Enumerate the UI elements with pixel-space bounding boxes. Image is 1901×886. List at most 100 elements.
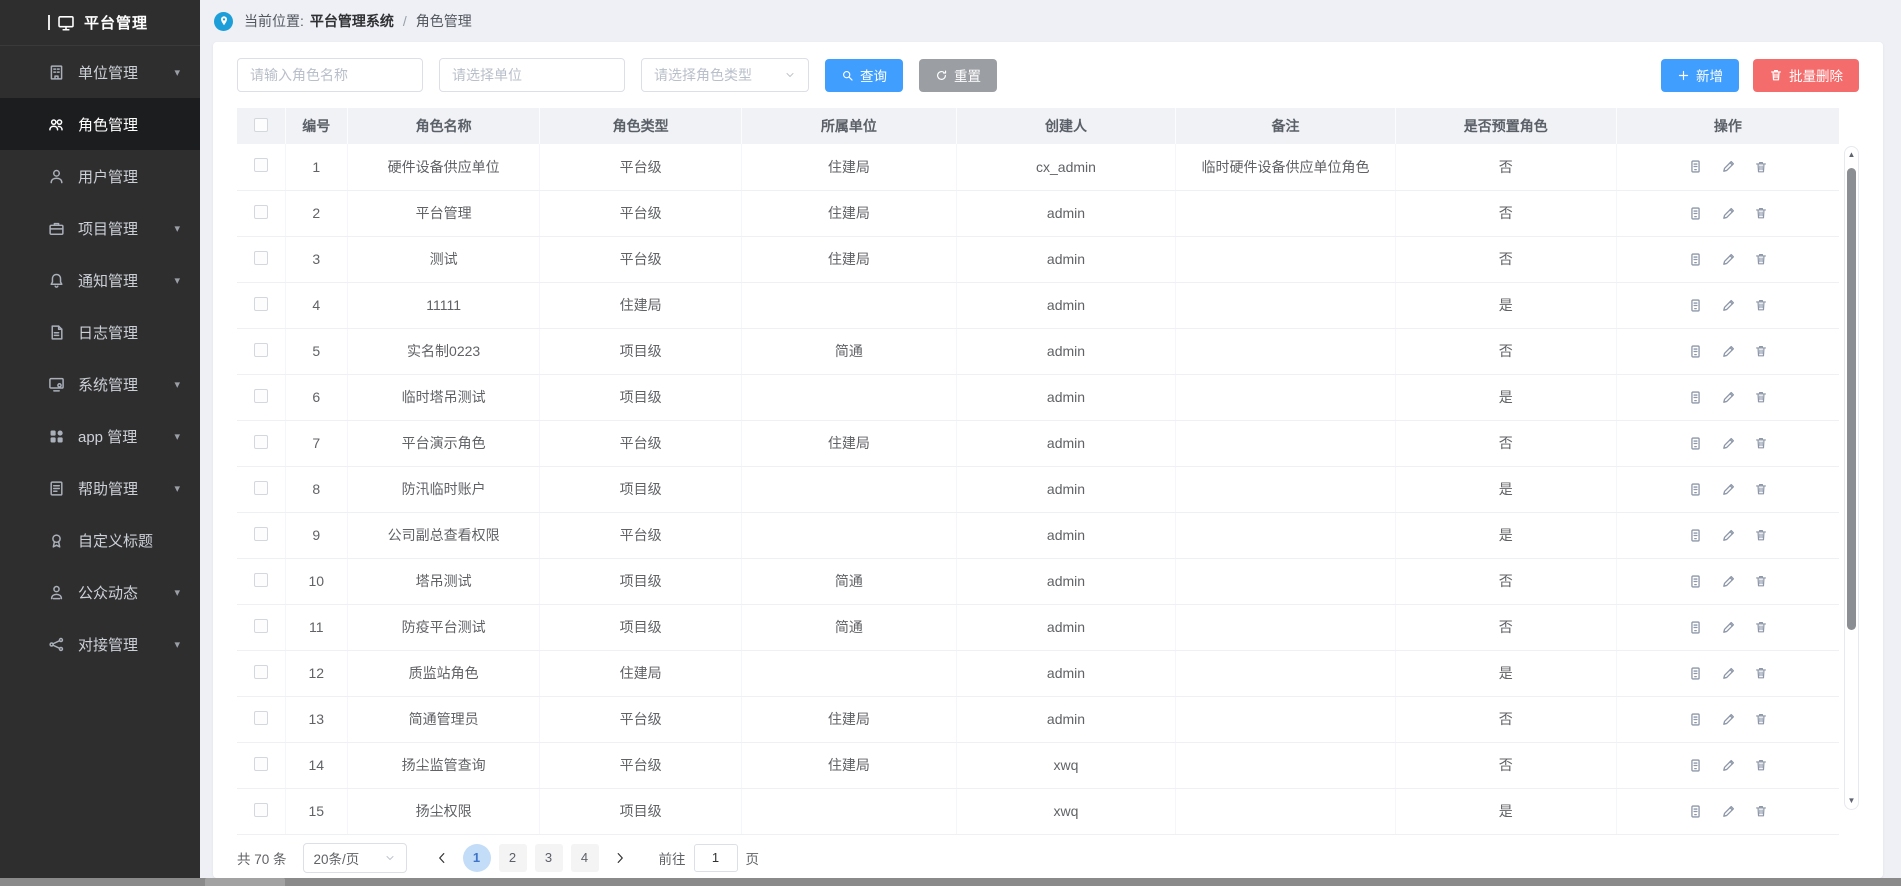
action-view-button[interactable] bbox=[1688, 620, 1703, 635]
action-edit-button[interactable] bbox=[1721, 804, 1736, 819]
breadcrumb-root[interactable]: 平台管理系统 bbox=[310, 11, 394, 31]
action-view-button[interactable] bbox=[1688, 574, 1703, 589]
action-delete-button[interactable] bbox=[1754, 436, 1768, 450]
row-checkbox[interactable] bbox=[254, 205, 268, 219]
row-checkbox[interactable] bbox=[254, 757, 268, 771]
sidebar-item-public-activity[interactable]: 公众动态▾ bbox=[0, 566, 200, 618]
action-delete-button[interactable] bbox=[1754, 666, 1768, 680]
action-view-button[interactable] bbox=[1688, 528, 1703, 543]
sidebar-item-log-mgmt[interactable]: 日志管理 bbox=[0, 306, 200, 358]
select-all-checkbox[interactable] bbox=[254, 118, 268, 132]
goto-page-input[interactable] bbox=[694, 844, 738, 872]
row-checkbox[interactable] bbox=[254, 158, 268, 172]
action-edit-button[interactable] bbox=[1721, 159, 1736, 174]
action-view-button[interactable] bbox=[1688, 159, 1703, 174]
action-view-button[interactable] bbox=[1688, 206, 1703, 221]
action-edit-button[interactable] bbox=[1721, 620, 1736, 635]
page-size-select[interactable]: 20条/页 bbox=[303, 843, 407, 873]
action-delete-button[interactable] bbox=[1754, 206, 1768, 220]
action-view-button[interactable] bbox=[1688, 344, 1703, 359]
action-view-button[interactable] bbox=[1688, 482, 1703, 497]
action-delete-button[interactable] bbox=[1754, 758, 1768, 772]
sidebar-item-unit-mgmt[interactable]: 单位管理▾ bbox=[0, 46, 200, 98]
action-view-button[interactable] bbox=[1688, 436, 1703, 451]
sidebar-item-app-mgmt[interactable]: app 管理▾ bbox=[0, 410, 200, 462]
column-header: 编号 bbox=[285, 108, 347, 144]
row-checkbox[interactable] bbox=[254, 527, 268, 541]
page-button[interactable]: 2 bbox=[499, 844, 527, 872]
action-delete-button[interactable] bbox=[1754, 712, 1768, 726]
action-delete-button[interactable] bbox=[1754, 620, 1768, 634]
scroll-down-button[interactable]: ▼ bbox=[1848, 796, 1856, 806]
sidebar-item-integration-mgmt[interactable]: 对接管理▾ bbox=[0, 618, 200, 670]
action-view-button[interactable] bbox=[1688, 298, 1703, 313]
action-edit-button[interactable] bbox=[1721, 436, 1736, 451]
page-button[interactable]: 4 bbox=[571, 844, 599, 872]
action-edit-button[interactable] bbox=[1721, 344, 1736, 359]
breadcrumb: 当前位置: 平台管理系统 / 角色管理 bbox=[200, 0, 1901, 42]
scroll-up-button[interactable]: ▲ bbox=[1848, 150, 1856, 160]
reset-button[interactable]: 重置 bbox=[919, 59, 997, 92]
search-button[interactable]: 查询 bbox=[825, 59, 903, 92]
action-delete-button[interactable] bbox=[1754, 298, 1768, 312]
action-edit-button[interactable] bbox=[1721, 482, 1736, 497]
row-checkbox[interactable] bbox=[254, 711, 268, 725]
action-edit-button[interactable] bbox=[1721, 666, 1736, 681]
badge-icon bbox=[48, 532, 65, 549]
table-scrollbar[interactable]: ▲ ▼ bbox=[1844, 146, 1859, 810]
action-delete-button[interactable] bbox=[1754, 344, 1768, 358]
scrollbar-thumb[interactable] bbox=[1847, 168, 1856, 630]
next-page-button[interactable] bbox=[607, 844, 633, 872]
action-delete-button[interactable] bbox=[1754, 528, 1768, 542]
action-view-button[interactable] bbox=[1688, 758, 1703, 773]
add-button[interactable]: 新增 bbox=[1661, 59, 1739, 92]
action-view-button[interactable] bbox=[1688, 252, 1703, 267]
batch-delete-button[interactable]: 批量删除 bbox=[1753, 59, 1859, 92]
chevron-down-icon: ▾ bbox=[174, 638, 180, 651]
sidebar-item-label: 用户管理 bbox=[78, 166, 138, 187]
pencil-icon bbox=[1721, 574, 1736, 589]
row-checkbox[interactable] bbox=[254, 343, 268, 357]
row-checkbox[interactable] bbox=[254, 297, 268, 311]
row-checkbox[interactable] bbox=[254, 435, 268, 449]
sidebar-item-role-mgmt[interactable]: 角色管理 bbox=[0, 98, 200, 150]
row-checkbox[interactable] bbox=[254, 251, 268, 265]
action-view-button[interactable] bbox=[1688, 804, 1703, 819]
role-type-select[interactable]: 请选择角色类型 bbox=[641, 58, 809, 92]
sidebar-item-system-mgmt[interactable]: 系统管理▾ bbox=[0, 358, 200, 410]
action-delete-button[interactable] bbox=[1754, 160, 1768, 174]
row-checkbox[interactable] bbox=[254, 665, 268, 679]
action-delete-button[interactable] bbox=[1754, 574, 1768, 588]
sidebar-item-help-mgmt[interactable]: 帮助管理▾ bbox=[0, 462, 200, 514]
row-checkbox[interactable] bbox=[254, 481, 268, 495]
action-view-button[interactable] bbox=[1688, 666, 1703, 681]
action-edit-button[interactable] bbox=[1721, 252, 1736, 267]
action-edit-button[interactable] bbox=[1721, 390, 1736, 405]
action-edit-button[interactable] bbox=[1721, 206, 1736, 221]
row-checkbox[interactable] bbox=[254, 389, 268, 403]
sidebar-item-project-mgmt[interactable]: 项目管理▾ bbox=[0, 202, 200, 254]
action-edit-button[interactable] bbox=[1721, 574, 1736, 589]
action-edit-button[interactable] bbox=[1721, 712, 1736, 727]
action-edit-button[interactable] bbox=[1721, 758, 1736, 773]
action-delete-button[interactable] bbox=[1754, 482, 1768, 496]
action-delete-button[interactable] bbox=[1754, 252, 1768, 266]
page-button[interactable]: 3 bbox=[535, 844, 563, 872]
action-view-button[interactable] bbox=[1688, 712, 1703, 727]
sidebar-item-custom-title[interactable]: 自定义标题 bbox=[0, 514, 200, 566]
trash-icon bbox=[1754, 206, 1768, 220]
action-delete-button[interactable] bbox=[1754, 390, 1768, 404]
prev-page-button[interactable] bbox=[429, 844, 455, 872]
row-checkbox[interactable] bbox=[254, 619, 268, 633]
action-view-button[interactable] bbox=[1688, 390, 1703, 405]
page-button-active[interactable]: 1 bbox=[463, 844, 491, 872]
sidebar-item-user-mgmt[interactable]: 用户管理 bbox=[0, 150, 200, 202]
row-checkbox[interactable] bbox=[254, 803, 268, 817]
unit-input[interactable] bbox=[439, 58, 625, 92]
action-delete-button[interactable] bbox=[1754, 804, 1768, 818]
row-checkbox[interactable] bbox=[254, 573, 268, 587]
sidebar-item-notice-mgmt[interactable]: 通知管理▾ bbox=[0, 254, 200, 306]
action-edit-button[interactable] bbox=[1721, 298, 1736, 313]
action-edit-button[interactable] bbox=[1721, 528, 1736, 543]
role-name-input[interactable] bbox=[237, 58, 423, 92]
